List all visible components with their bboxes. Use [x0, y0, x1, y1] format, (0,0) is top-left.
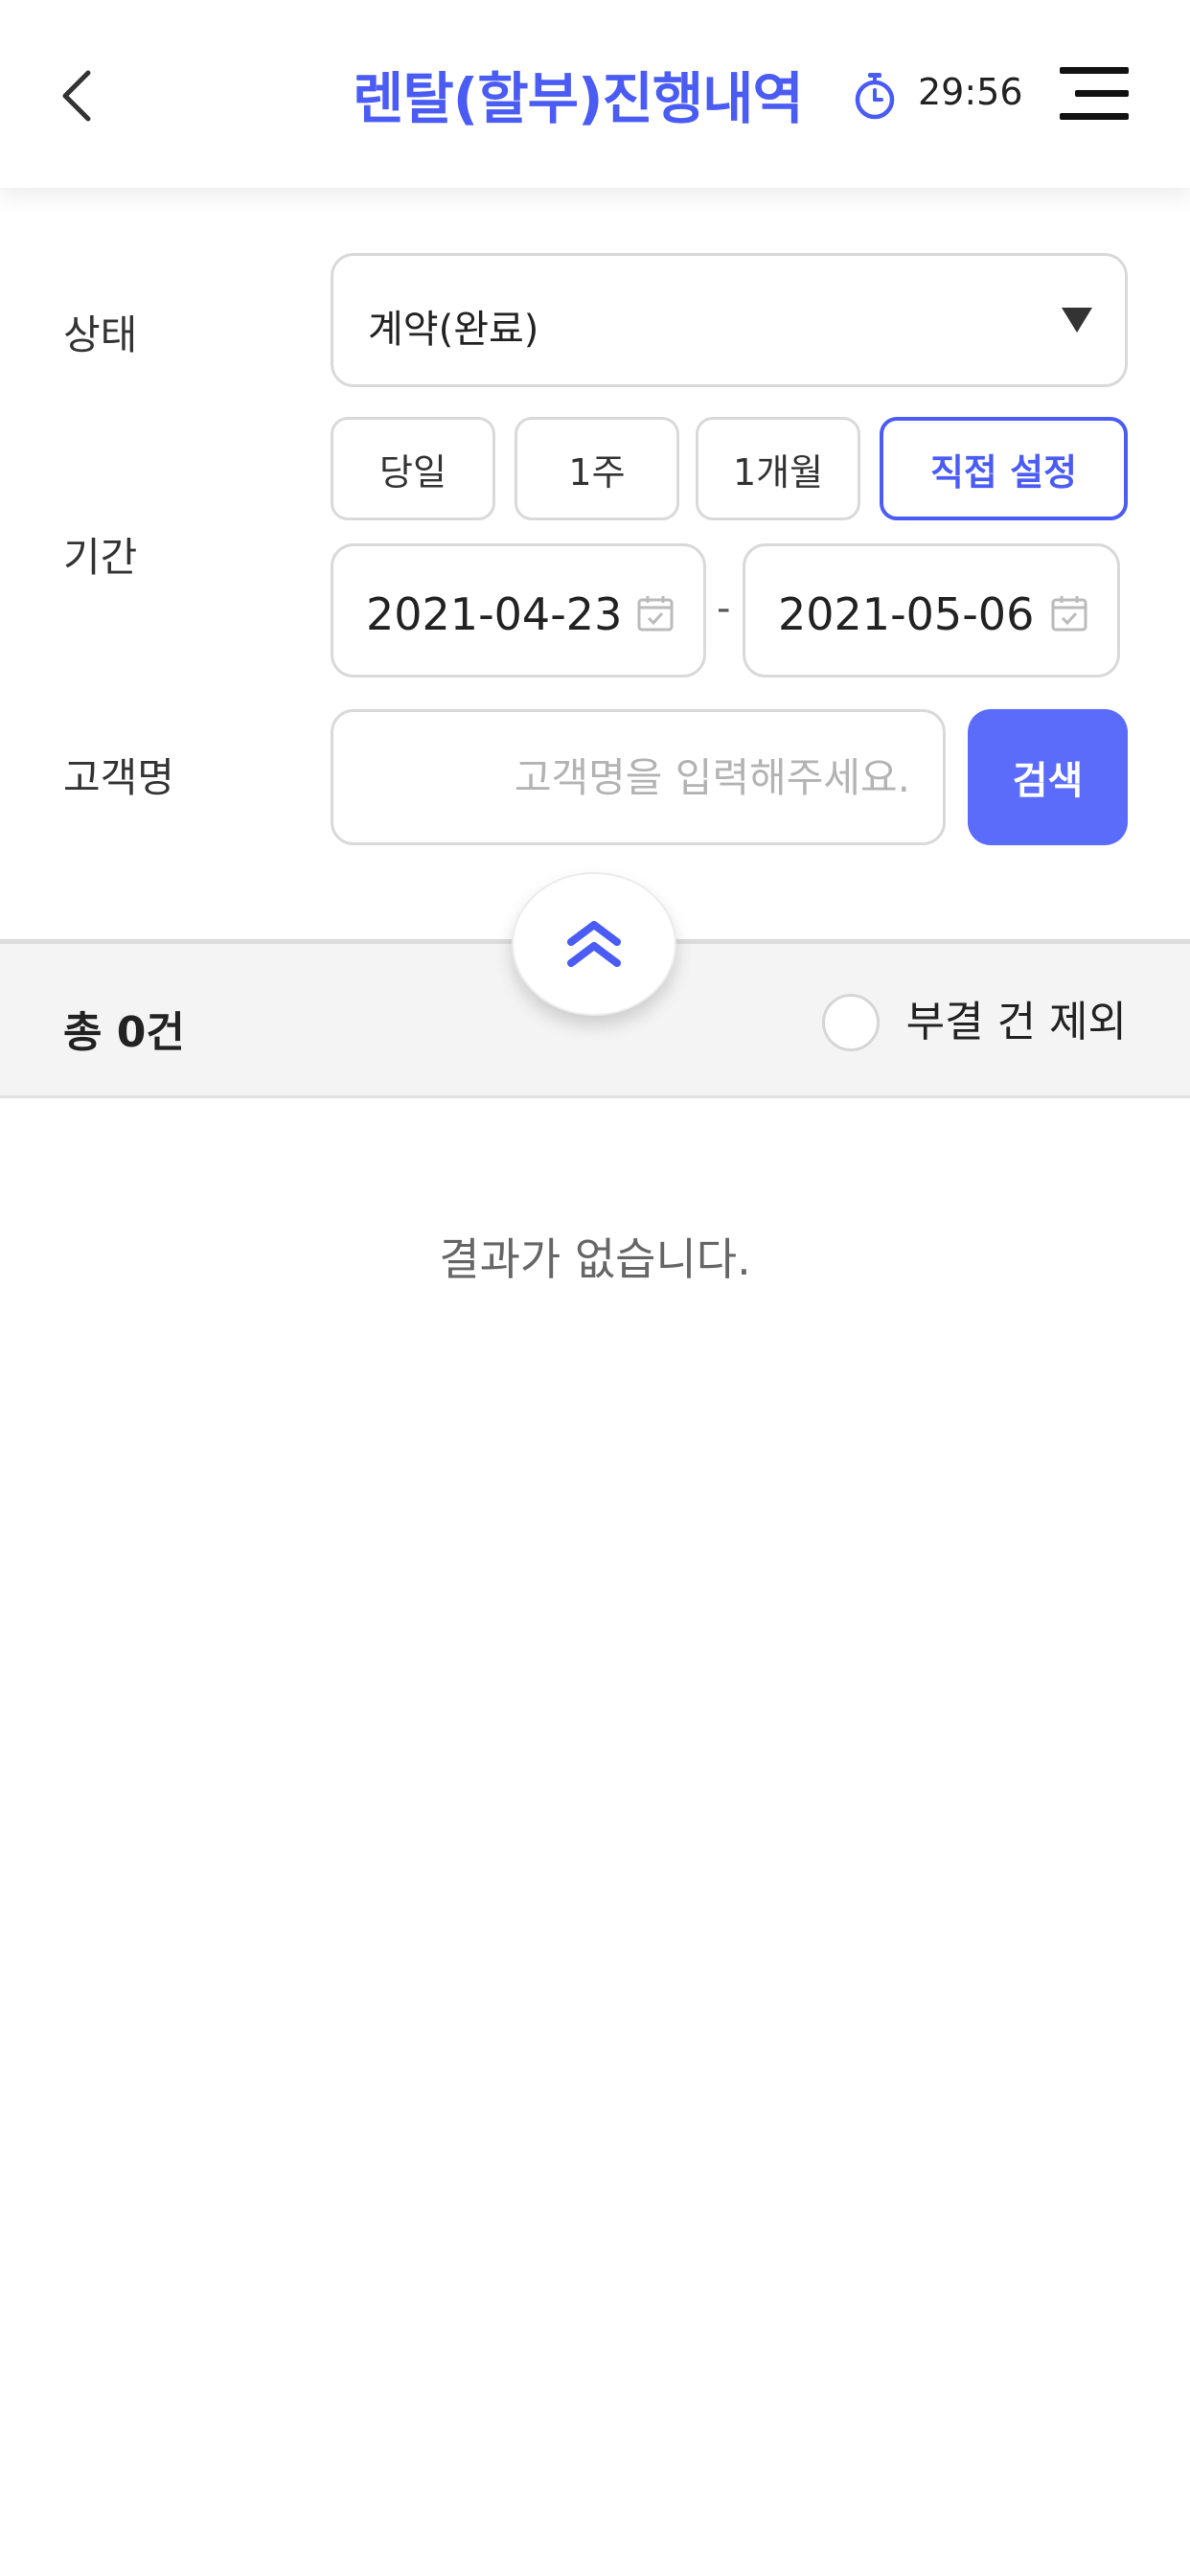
- empty-results-message: 결과가 없습니다.: [439, 1233, 751, 1285]
- period-label: 기간: [63, 534, 138, 581]
- search-button[interactable]: 검색: [968, 709, 1128, 845]
- total-count: 총 0건: [63, 1008, 185, 1057]
- start-date-value: 2021-04-23: [366, 588, 623, 640]
- start-date-field[interactable]: 2021-04-23: [331, 543, 706, 678]
- date-range-separator: -: [717, 586, 731, 631]
- period-month-button[interactable]: 1개월: [696, 417, 860, 520]
- menu-button[interactable]: [1060, 67, 1129, 121]
- end-date-field[interactable]: 2021-05-06: [743, 543, 1120, 678]
- double-chevron-up-icon: [567, 921, 621, 967]
- hamburger-menu-icon: [1060, 67, 1129, 74]
- calendar-icon: [1051, 596, 1087, 632]
- end-date-value: 2021-05-06: [778, 588, 1035, 640]
- exclude-rejected-option[interactable]: 부결 건 제외: [821, 994, 1127, 1051]
- session-timer: 29:56: [918, 71, 1023, 113]
- stopwatch-icon: [855, 73, 895, 120]
- back-button[interactable]: [52, 58, 100, 134]
- period-week-button[interactable]: 1주: [515, 417, 679, 520]
- exclude-rejected-radio[interactable]: [821, 994, 880, 1051]
- dropdown-arrow-icon: [1062, 308, 1092, 333]
- status-selected-value: 계약(완료): [368, 308, 539, 352]
- calendar-icon: [637, 596, 674, 632]
- period-custom-button[interactable]: 직접 설정: [880, 417, 1128, 520]
- status-label: 상태: [63, 311, 138, 358]
- customer-name-input[interactable]: [331, 709, 946, 845]
- page-title: 렌탈(할부)진행내역: [353, 66, 804, 131]
- status-select[interactable]: 계약(완료): [331, 253, 1128, 387]
- chevron-left-icon: [62, 70, 91, 122]
- collapse-filter-button[interactable]: [512, 872, 676, 1016]
- page: 렌탈(할부)진행내역 29:56 상태 계약(완료) 기간 당일 1주 1개월 …: [0, 0, 1190, 2576]
- exclude-rejected-label: 부결 건 제외: [905, 998, 1127, 1046]
- period-today-button[interactable]: 당일: [331, 417, 495, 520]
- app-header: 렌탈(할부)진행내역 29:56: [0, 0, 1190, 188]
- customer-name-label: 고객명: [63, 754, 174, 801]
